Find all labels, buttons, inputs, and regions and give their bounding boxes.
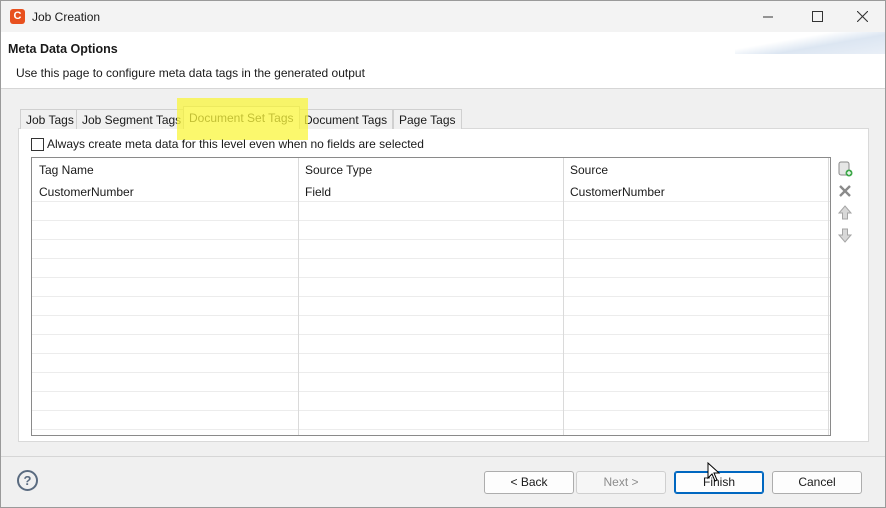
minimize-icon (763, 16, 773, 17)
cancel-button[interactable]: Cancel (772, 471, 862, 494)
close-button[interactable] (839, 1, 885, 32)
column-divider (828, 158, 829, 435)
help-button[interactable]: ? (17, 470, 38, 491)
always-create-label: Always create meta data for this level e… (47, 137, 424, 151)
tags-table: Tag Name Source Type Source CustomerNumb… (31, 157, 831, 436)
empty-row (32, 392, 830, 411)
mouse-cursor-icon (707, 462, 721, 482)
column-divider (298, 158, 299, 435)
table-header: Tag Name Source Type Source (32, 158, 830, 183)
column-header-tag-name[interactable]: Tag Name (32, 158, 298, 183)
empty-row (32, 411, 830, 430)
move-down-icon (838, 228, 852, 243)
empty-row (32, 259, 830, 278)
minimize-button[interactable] (745, 1, 791, 32)
column-divider (563, 158, 564, 435)
always-create-checkbox[interactable] (31, 137, 44, 151)
tab-job-tags[interactable]: Job Tags (20, 109, 80, 129)
empty-row (32, 297, 830, 316)
empty-row (32, 240, 830, 259)
empty-row (32, 278, 830, 297)
add-icon (838, 161, 853, 177)
window-title: Job Creation (32, 10, 101, 24)
tab-document-set-tags[interactable]: Document Set Tags (183, 106, 300, 129)
delete-tag-button[interactable] (837, 183, 853, 199)
tab-page-tags[interactable]: Page Tags (393, 109, 462, 129)
page-title: Meta Data Options (8, 42, 118, 56)
table-toolbar (837, 161, 853, 249)
empty-row (32, 335, 830, 354)
tab-job-segment-tags[interactable]: Job Segment Tags (76, 109, 188, 129)
maximize-icon (811, 11, 823, 22)
next-button[interactable]: Next > (576, 471, 666, 494)
empty-row (32, 316, 830, 335)
cell-source-type: Field (305, 185, 332, 199)
add-tag-button[interactable] (837, 161, 853, 177)
move-up-button[interactable] (837, 205, 853, 221)
app-logo-icon: C (10, 9, 25, 24)
cell-tag-name: CustomerNumber (39, 185, 134, 199)
delete-icon (839, 185, 851, 197)
back-button[interactable]: < Back (484, 471, 574, 494)
tab-document-tags[interactable]: Document Tags (298, 109, 394, 129)
empty-row (32, 202, 830, 221)
close-icon (856, 11, 868, 22)
move-up-icon (838, 205, 852, 220)
empty-row (32, 373, 830, 392)
move-down-button[interactable] (837, 227, 853, 243)
empty-row (32, 354, 830, 373)
always-create-option[interactable]: Always create meta data for this level e… (31, 136, 424, 152)
column-header-source-type[interactable]: Source Type (298, 158, 563, 183)
title-bar: C Job Creation (1, 1, 885, 32)
wizard-header: Meta Data Options Use this page to confi… (1, 32, 885, 89)
column-header-source[interactable]: Source (563, 158, 828, 183)
header-decoration (735, 32, 885, 54)
page-description: Use this page to configure meta data tag… (16, 66, 365, 80)
footer-divider (1, 456, 885, 457)
table-row[interactable]: CustomerNumber Field CustomerNumber (32, 183, 830, 202)
maximize-button[interactable] (794, 1, 840, 32)
cell-source: CustomerNumber (570, 185, 665, 199)
empty-row (32, 221, 830, 240)
dialog-window: C Job Creation Meta Data Options Use thi… (0, 0, 886, 508)
